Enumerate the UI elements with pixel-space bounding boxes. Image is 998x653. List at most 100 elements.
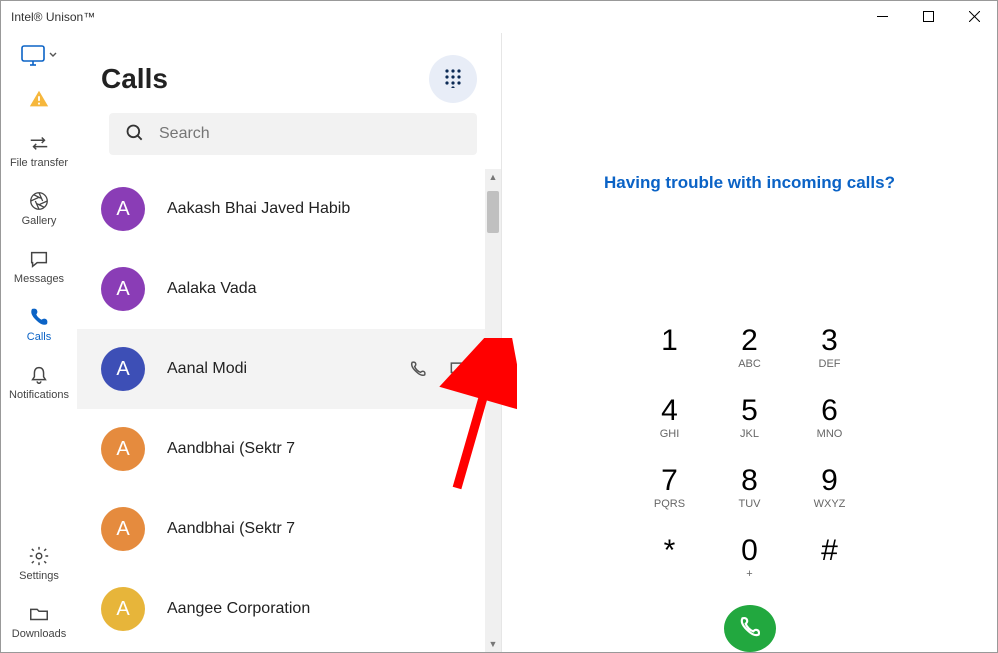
dialpad-toggle-button[interactable] [429, 55, 477, 103]
keypad-key-5[interactable]: 5 JKL [710, 383, 790, 453]
contact-name: Aakash Bhai Javed Habib [167, 200, 493, 218]
phone-icon [27, 305, 51, 329]
sidebar-item-settings[interactable]: Settings [4, 540, 74, 586]
scroll-up-button[interactable]: ▲ [485, 169, 501, 185]
keypad-key-2[interactable]: 2 ABC [710, 313, 790, 383]
bell-icon [27, 363, 51, 387]
warning-icon [27, 87, 51, 111]
dialer-panel: Having trouble with incoming calls? 1 2 AB… [502, 33, 997, 652]
key-letters: DEF [819, 358, 841, 370]
key-letters: PQRS [654, 498, 685, 510]
contact-name: Aandbhai (Sektr 7 [167, 440, 493, 458]
key-digit: 9 [821, 466, 838, 496]
calls-panel: Calls AAakash Bh [77, 33, 502, 652]
sidebar-item-notifications[interactable]: Notifications [4, 359, 74, 405]
message-contact-button[interactable] [447, 358, 469, 380]
warning-indicator[interactable] [4, 83, 74, 115]
sidebar-item-gallery[interactable]: Gallery [4, 185, 74, 231]
search-input[interactable] [159, 125, 461, 143]
keypad-key-4[interactable]: 4 GHI [630, 383, 710, 453]
key-digit: 2 [741, 326, 758, 356]
key-digit: 3 [821, 326, 838, 356]
contact-row[interactable]: A Aandbhai (Sektr 7 [77, 409, 493, 489]
help-link[interactable]: Having trouble with incoming calls? [604, 173, 895, 193]
contact-row[interactable]: A Aanal Modi [77, 329, 493, 409]
key-letters: ABC [738, 358, 761, 370]
sidebar-label: Messages [14, 273, 64, 285]
contact-avatar: A [101, 347, 145, 391]
key-letters: JKL [740, 428, 759, 440]
key-digit: 7 [661, 466, 678, 496]
key-letters: GHI [660, 428, 680, 440]
keypad-key-*[interactable]: * [630, 523, 710, 593]
contact-name: Aandbhai (Sektr 7 [167, 520, 493, 538]
folder-icon [27, 602, 51, 626]
contact-row[interactable]: A Aakash Bhai Javed Habib [77, 169, 493, 249]
keypad-key-8[interactable]: 8 TUV [710, 453, 790, 523]
contact-row[interactable]: A Aandbhai (Sektr 7 [77, 489, 493, 569]
key-digit: 6 [821, 396, 838, 426]
transfer-icon [27, 131, 51, 155]
contact-row[interactable]: A Aalaka Vada [77, 249, 493, 329]
keypad-key-6[interactable]: 6 MNO [790, 383, 870, 453]
key-letters: MNO [817, 428, 843, 440]
contact-row[interactable]: AAangee Corporation [77, 569, 493, 649]
key-digit: 8 [741, 466, 758, 496]
scroll-down-button[interactable]: ▼ [485, 636, 501, 652]
search-box[interactable] [109, 113, 477, 155]
call-contact-button[interactable] [407, 358, 429, 380]
sidebar-label: Notifications [9, 389, 69, 401]
key-letters: WXYZ [814, 498, 846, 510]
sidebar-item-file-transfer[interactable]: File transfer [4, 127, 74, 173]
message-icon [27, 247, 51, 271]
contact-avatar: A [101, 187, 145, 231]
search-icon [125, 123, 145, 146]
keypad-key-0[interactable]: 0+ [710, 523, 790, 593]
key-digit: 1 [661, 326, 678, 356]
key-digit: 4 [661, 396, 678, 426]
key-letters: + [746, 568, 752, 580]
keypad-key-1[interactable]: 1 [630, 313, 710, 383]
key-digit: 0 [741, 536, 758, 566]
sidebar-label: File transfer [10, 157, 68, 169]
keypad-key-#[interactable]: # [790, 523, 870, 593]
keypad-key-3[interactable]: 3 DEF [790, 313, 870, 383]
sidebar-item-messages[interactable]: Messages [4, 243, 74, 289]
sidebar-item-downloads[interactable]: Downloads [4, 598, 74, 644]
sidebar-item-calls[interactable]: Calls [4, 301, 74, 347]
sidebar: File transfer Gallery Messages Calls Not… [1, 33, 77, 652]
keypad-key-9[interactable]: 9 WXYZ [790, 453, 870, 523]
maximize-button[interactable] [905, 1, 951, 33]
contact-avatar: A [101, 507, 145, 551]
dialpad-icon [443, 68, 463, 91]
aperture-icon [27, 189, 51, 213]
dial-keypad: 12ABC3DEF4GHI5JKL6MNO7PQRS8TUV9WXYZ*0+# [630, 313, 870, 593]
contact-name: Aanal Modi [167, 360, 407, 378]
minimize-button[interactable] [859, 1, 905, 33]
scrollbar-track[interactable]: ▲ ▼ [485, 169, 501, 652]
window-title: Intel® Unison™ [11, 10, 95, 24]
key-digit: # [821, 536, 838, 566]
gear-icon [27, 544, 51, 568]
key-letters: TUV [739, 498, 761, 510]
key-digit: * [664, 536, 676, 566]
key-digit: 5 [741, 396, 758, 426]
contacts-list: AAakash Bhai Javed HabibAAalaka VadaAAan… [77, 169, 501, 652]
contact-name: Aangee Corporation [167, 600, 493, 618]
close-button[interactable] [951, 1, 997, 33]
sidebar-label: Calls [27, 331, 51, 343]
phone-icon [737, 614, 763, 643]
page-title: Calls [101, 63, 429, 95]
call-button[interactable] [724, 605, 776, 652]
sidebar-label: Downloads [12, 628, 66, 640]
contact-name: Aalaka Vada [167, 280, 493, 298]
keypad-key-7[interactable]: 7 PQRS [630, 453, 710, 523]
title-bar: Intel® Unison™ [1, 1, 997, 33]
device-selector[interactable] [16, 41, 62, 71]
monitor-icon [21, 45, 57, 67]
contact-avatar: A [101, 267, 145, 311]
sidebar-label: Settings [19, 570, 59, 582]
scrollbar-thumb[interactable] [487, 191, 499, 233]
contact-avatar: A [101, 427, 145, 471]
sidebar-label: Gallery [22, 215, 57, 227]
